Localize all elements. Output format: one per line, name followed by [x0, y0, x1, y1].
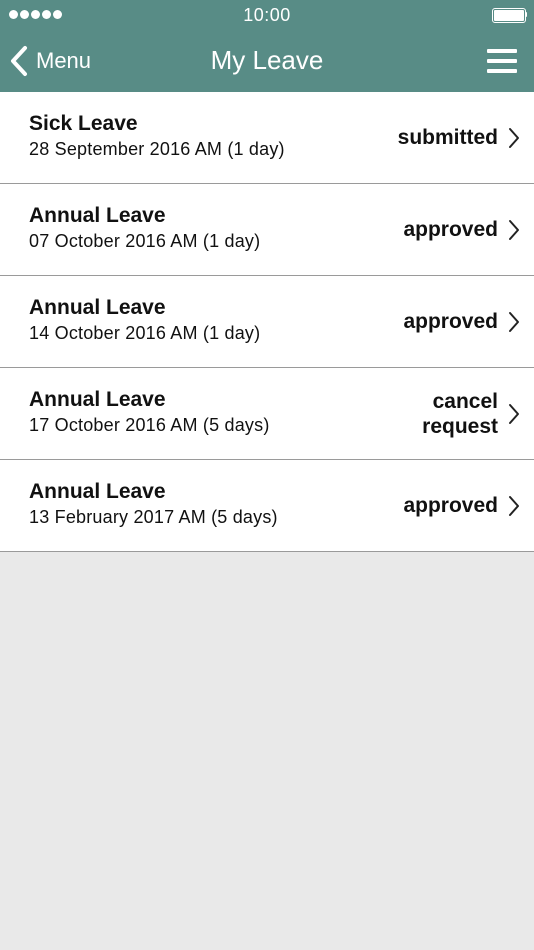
leave-request-row[interactable]: Annual Leave 07 October 2016 AM (1 day) … — [0, 183, 534, 275]
leave-request-row[interactable]: Annual Leave 14 October 2016 AM (1 day) … — [0, 275, 534, 367]
leave-type: Annual Leave — [29, 480, 166, 503]
leave-request-row[interactable]: Annual Leave 13 February 2017 AM (5 days… — [0, 459, 534, 551]
status-time: 10:00 — [243, 5, 291, 25]
leave-type: Annual Leave — [29, 204, 166, 227]
leave-date: 17 October 2016 AM (5 days) — [29, 415, 270, 435]
page-title: My Leave — [210, 45, 324, 75]
leave-date: 14 October 2016 AM (1 day) — [29, 323, 261, 343]
chevron-right-icon — [508, 276, 520, 367]
leave-status: submitted — [397, 126, 498, 149]
navigation-bar: Menu My Leave — [0, 30, 534, 92]
leave-status: approved — [403, 310, 498, 333]
chevron-right-icon — [508, 460, 520, 551]
leave-status: approved — [403, 494, 498, 517]
leave-date: 13 February 2017 AM (5 days) — [29, 507, 278, 527]
leave-request-list: Sick Leave 28 September 2016 AM (1 day) … — [0, 92, 534, 552]
status-bar: 10:00 — [0, 0, 534, 30]
chevron-right-icon — [508, 184, 520, 275]
battery-icon — [492, 8, 527, 23]
leave-request-row[interactable]: Annual Leave 17 October 2016 AM (5 days)… — [0, 367, 534, 459]
leave-status: approved — [403, 218, 498, 241]
leave-request-row[interactable]: Sick Leave 28 September 2016 AM (1 day) … — [0, 92, 534, 183]
leave-type: Annual Leave — [29, 296, 166, 319]
hamburger-menu-icon[interactable] — [487, 47, 517, 75]
leave-type: Annual Leave — [29, 388, 166, 411]
chevron-right-icon — [508, 92, 520, 183]
leave-date: 07 October 2016 AM (1 day) — [29, 231, 261, 251]
leave-date: 28 September 2016 AM (1 day) — [29, 139, 285, 159]
app-header: 10:00 Menu My Leave — [0, 0, 534, 92]
leave-status: cancel request — [422, 389, 498, 438]
leave-type: Sick Leave — [29, 112, 138, 135]
chevron-right-icon — [508, 368, 520, 459]
